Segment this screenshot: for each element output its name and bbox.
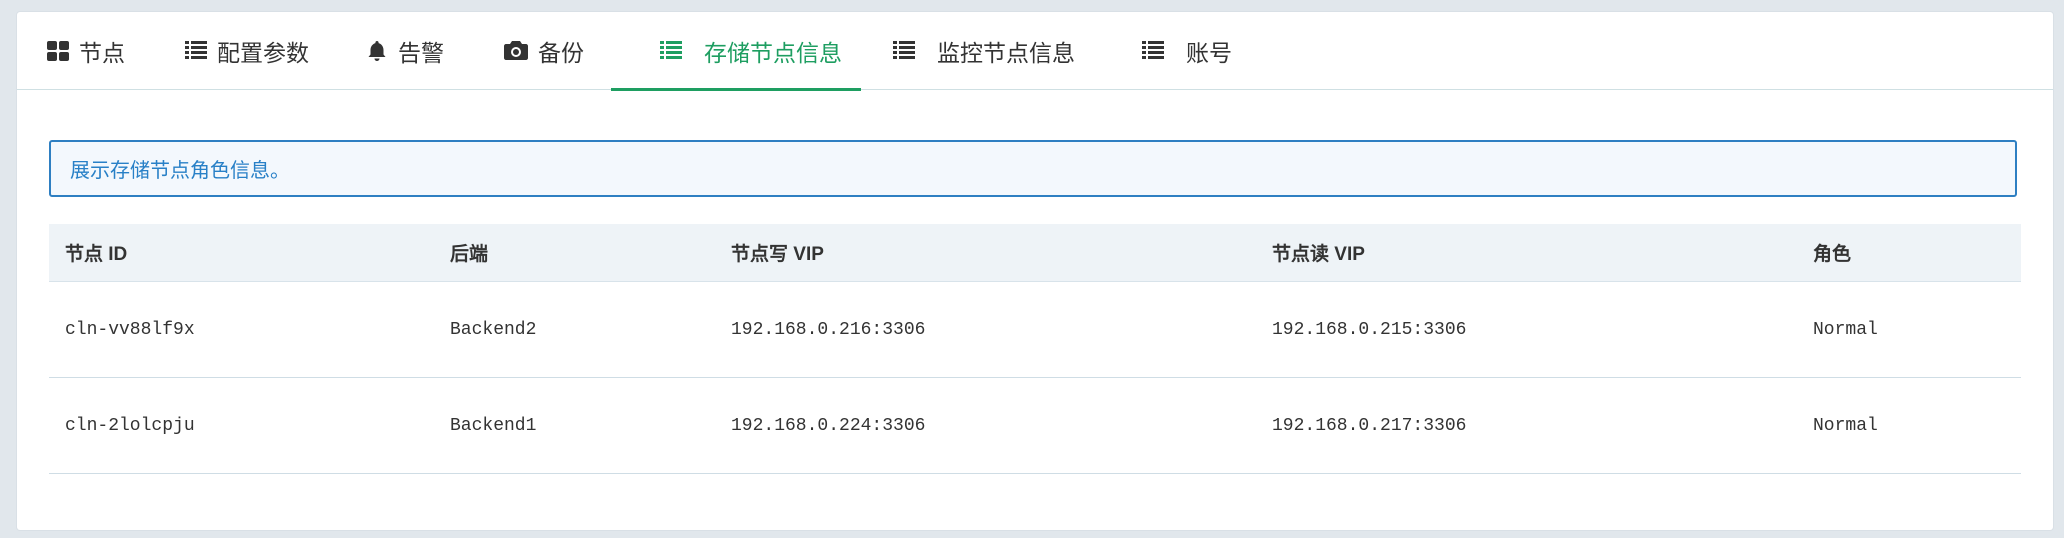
cell-backend: Backend2 xyxy=(450,319,537,340)
cell-write-vip: 192.168.0.224:3306 xyxy=(731,415,926,436)
tab-nodes[interactable]: 节点 xyxy=(47,12,125,89)
tab-label: 告警 xyxy=(398,39,444,66)
cell-backend: Backend1 xyxy=(450,415,537,436)
table-header: 节点 ID 后端 节点写 VIP 节点读 VIP 角色 xyxy=(49,224,2021,282)
tab-monitor-node-info[interactable]: 监控节点信息 xyxy=(893,12,1075,89)
camera-icon xyxy=(504,40,528,61)
tab-label: 账号 xyxy=(1186,39,1232,66)
info-alert-text: 展示存储节点角色信息。 xyxy=(70,160,290,182)
table-row: cln-vv88lf9x Backend2 192.168.0.216:3306… xyxy=(49,282,2021,378)
table-row: cln-2lolcpju Backend1 192.168.0.224:3306… xyxy=(49,378,2021,474)
list-icon xyxy=(660,41,682,60)
content-panel: 节点 配置参数 告警 备份 存储节点信息 监控节点信息 账号 展示存储节点角色信… xyxy=(17,12,2053,530)
cell-node-id: cln-2lolcpju xyxy=(65,415,195,436)
header-backend: 后端 xyxy=(450,244,489,265)
storage-node-table: 节点 ID 后端 节点写 VIP 节点读 VIP 角色 cln-vv88lf9x… xyxy=(49,224,2021,474)
info-alert: 展示存储节点角色信息。 xyxy=(49,140,2017,197)
cell-write-vip: 192.168.0.216:3306 xyxy=(731,319,926,340)
active-tab-indicator xyxy=(611,88,861,91)
tab-label: 备份 xyxy=(538,39,584,66)
header-role: 角色 xyxy=(1813,244,1852,265)
bell-icon xyxy=(366,40,388,62)
tab-accounts[interactable]: 账号 xyxy=(1142,12,1232,89)
tab-label: 节点 xyxy=(79,39,125,66)
tab-config-params[interactable]: 配置参数 xyxy=(185,12,309,89)
tab-label: 监控节点信息 xyxy=(937,39,1075,66)
grid-icon xyxy=(47,40,69,61)
header-write-vip: 节点写 VIP xyxy=(731,244,824,265)
header-node-id: 节点 ID xyxy=(65,244,128,265)
tab-storage-node-info[interactable]: 存储节点信息 xyxy=(611,12,861,91)
tab-backup[interactable]: 备份 xyxy=(504,12,584,89)
cell-node-id: cln-vv88lf9x xyxy=(65,319,195,340)
cell-read-vip: 192.168.0.215:3306 xyxy=(1272,319,1467,340)
list-icon xyxy=(185,41,207,60)
tab-label: 配置参数 xyxy=(217,39,309,66)
header-read-vip: 节点读 VIP xyxy=(1272,244,1365,265)
tab-bar: 节点 配置参数 告警 备份 存储节点信息 监控节点信息 账号 xyxy=(17,12,2053,91)
cell-role: Normal xyxy=(1813,415,1878,436)
cell-role: Normal xyxy=(1813,319,1878,340)
list-icon xyxy=(893,41,915,60)
tab-alerts[interactable]: 告警 xyxy=(366,12,444,89)
list-icon xyxy=(1142,41,1164,60)
tab-label: 存储节点信息 xyxy=(704,39,842,66)
cell-read-vip: 192.168.0.217:3306 xyxy=(1272,415,1467,436)
